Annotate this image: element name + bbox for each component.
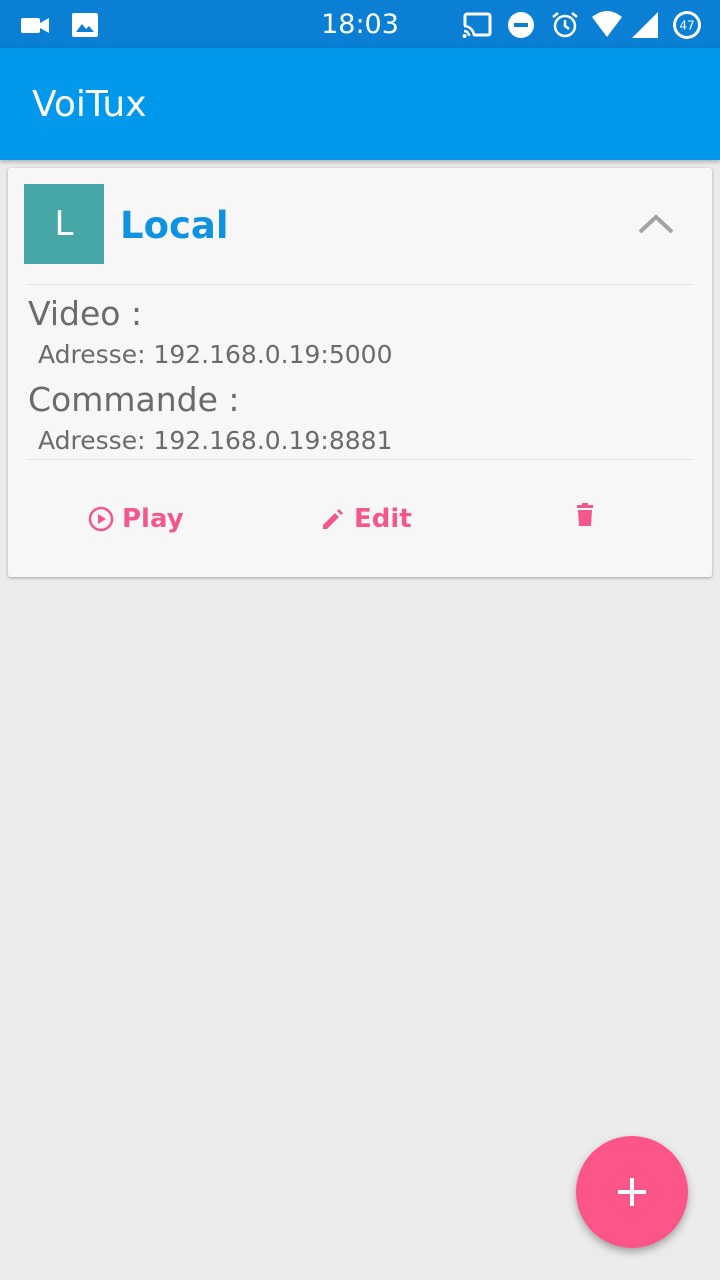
edit-button[interactable]: Edit <box>320 504 412 534</box>
trash-icon <box>577 503 593 526</box>
command-label: Commande : <box>28 380 240 419</box>
divider <box>28 284 692 285</box>
video-label: Video : <box>28 294 143 333</box>
app-title: VoiTux <box>32 84 147 125</box>
alarm-icon <box>552 12 578 38</box>
divider <box>28 459 692 460</box>
signal-icon <box>632 12 658 38</box>
chevron-up-icon[interactable] <box>636 208 676 240</box>
connection-card: L Local Video : Adresse: 192.168.0.19:50… <box>8 168 712 577</box>
play-label: Play <box>122 504 184 534</box>
video-address: Adresse: 192.168.0.19:5000 <box>38 340 393 369</box>
avatar-letter: L <box>54 204 74 244</box>
status-bar: 18:03 47 <box>0 0 720 48</box>
cast-icon <box>462 12 492 38</box>
battery-icon: 47 <box>673 11 701 39</box>
play-button[interactable]: Play <box>88 504 184 534</box>
command-address: Adresse: 192.168.0.19:8881 <box>38 426 393 455</box>
edit-label: Edit <box>354 504 412 534</box>
app-bar: VoiTux <box>0 48 720 160</box>
wifi-icon <box>592 11 622 37</box>
edit-icon <box>323 509 343 529</box>
play-icon <box>88 506 114 532</box>
delete-button[interactable] <box>572 502 598 528</box>
card-title: Local <box>120 204 229 247</box>
do-not-disturb-icon <box>508 12 534 38</box>
add-button[interactable] <box>576 1136 688 1248</box>
avatar: L <box>24 184 104 264</box>
svg-text:47: 47 <box>679 19 694 33</box>
plus-icon <box>618 1178 646 1206</box>
